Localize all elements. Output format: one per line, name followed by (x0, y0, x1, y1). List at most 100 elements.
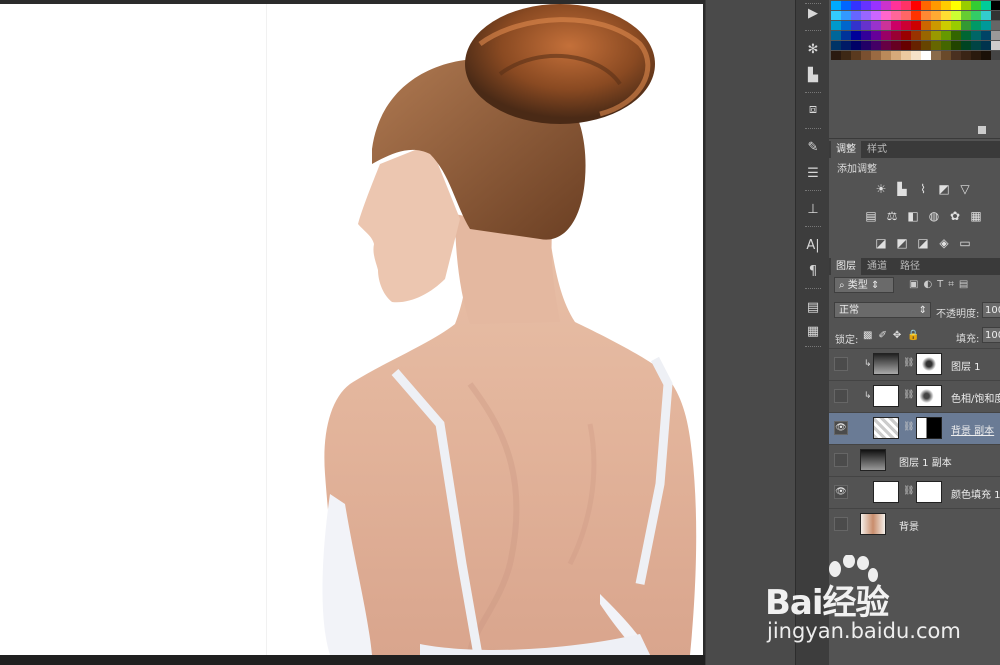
color-swatch[interactable] (851, 41, 861, 50)
color-swatch[interactable] (921, 21, 931, 30)
3d-cube-icon[interactable]: ⧈ (800, 98, 826, 120)
color-swatch[interactable] (911, 41, 921, 50)
color-swatch[interactable] (891, 51, 901, 60)
tab-channels[interactable]: 通道 (862, 258, 892, 275)
tab-paths[interactable]: 路径 (895, 258, 925, 275)
vibrance-icon[interactable]: ▽ (957, 183, 973, 196)
photo-filter-icon[interactable]: ◍ (926, 210, 942, 223)
color-swatch[interactable] (931, 1, 941, 10)
color-swatch[interactable] (831, 21, 841, 30)
strip-grip[interactable] (805, 190, 821, 193)
link-chain-icon[interactable]: ⛓ (903, 422, 914, 432)
color-swatch[interactable] (961, 31, 971, 40)
color-swatch[interactable] (981, 11, 991, 20)
color-swatch[interactable] (991, 41, 1000, 50)
visibility-eye-icon[interactable] (834, 453, 848, 467)
color-swatch[interactable] (831, 11, 841, 20)
visibility-eye-icon[interactable] (834, 389, 848, 403)
color-swatch[interactable] (871, 31, 881, 40)
visibility-eye-icon[interactable] (834, 517, 848, 531)
layer-name[interactable]: 颜色填充 1 (951, 486, 1000, 501)
layer-thumbnail[interactable] (873, 417, 899, 439)
strip-grip[interactable] (805, 30, 821, 33)
black-white-icon[interactable]: ◧ (905, 210, 921, 223)
color-swatch[interactable] (951, 41, 961, 50)
color-swatch[interactable] (951, 31, 961, 40)
strip-grip[interactable] (805, 288, 821, 291)
color-swatch[interactable] (991, 1, 1000, 10)
color-swatch[interactable] (891, 21, 901, 30)
color-swatch[interactable] (971, 41, 981, 50)
color-swatch[interactable] (861, 31, 871, 40)
visibility-eye-icon[interactable]: 👁 (834, 485, 848, 499)
color-swatch[interactable] (871, 21, 881, 30)
color-swatch[interactable] (931, 31, 941, 40)
color-swatch[interactable] (941, 51, 951, 60)
color-swatch[interactable] (921, 1, 931, 10)
layer-thumbnail[interactable] (873, 353, 899, 375)
strip-grip[interactable] (805, 346, 821, 349)
brightness-contrast-icon[interactable]: ☀ (873, 183, 889, 196)
color-swatch[interactable] (961, 1, 971, 10)
layer-name[interactable]: 背景 副本 (951, 422, 994, 437)
brush-settings-icon[interactable]: ☰ (800, 162, 826, 184)
color-swatch[interactable] (891, 1, 901, 10)
color-balance-icon[interactable]: ⚖ (884, 210, 900, 223)
color-swatch[interactable] (981, 51, 991, 60)
color-swatch[interactable] (851, 11, 861, 20)
color-swatch[interactable] (981, 1, 991, 10)
color-swatch[interactable] (851, 21, 861, 30)
color-swatch[interactable] (891, 31, 901, 40)
color-swatch[interactable] (961, 51, 971, 60)
color-swatch[interactable] (961, 21, 971, 30)
color-swatch[interactable] (831, 51, 841, 60)
compass-icon[interactable]: ✻ (800, 38, 826, 60)
color-swatch[interactable] (901, 41, 911, 50)
layer-name[interactable]: 图层 1 (951, 358, 981, 373)
color-swatch[interactable] (841, 21, 851, 30)
color-swatch[interactable] (851, 1, 861, 10)
color-swatch[interactable] (911, 11, 921, 20)
color-swatch[interactable] (891, 41, 901, 50)
layer-filter-select[interactable]: ⌕ 类型 ⇕ (834, 277, 894, 293)
color-swatch[interactable] (851, 51, 861, 60)
color-swatch[interactable] (881, 51, 891, 60)
opacity-input[interactable]: 100 (982, 302, 1000, 318)
lock-icons[interactable]: ▩✐✥🔒 (863, 330, 926, 341)
color-swatch[interactable] (891, 11, 901, 20)
color-swatch[interactable] (981, 31, 991, 40)
color-swatch[interactable] (911, 51, 921, 60)
brush-icon[interactable]: ✎ (800, 136, 826, 158)
color-swatch[interactable] (901, 21, 911, 30)
color-swatch[interactable] (911, 21, 921, 30)
layer-mask-thumbnail[interactable] (916, 353, 942, 375)
layer-thumbnail[interactable] (873, 481, 899, 503)
color-swatch[interactable] (871, 11, 881, 20)
link-chain-icon[interactable]: ⛓ (903, 390, 914, 400)
fill-input[interactable]: 100 (982, 327, 1000, 343)
color-swatch[interactable] (931, 11, 941, 20)
color-swatch[interactable] (841, 41, 851, 50)
layer-thumbnail[interactable] (860, 449, 886, 471)
color-swatch[interactable] (871, 1, 881, 10)
color-swatch[interactable] (861, 21, 871, 30)
color-swatch[interactable] (961, 11, 971, 20)
strip-grip[interactable] (805, 92, 821, 95)
layer-name[interactable]: 图层 1 副本 (899, 454, 952, 469)
strip-grip[interactable] (805, 128, 821, 131)
color-swatch[interactable] (991, 51, 1000, 60)
color-swatch[interactable] (951, 51, 961, 60)
color-swatch[interactable] (861, 51, 871, 60)
color-swatch[interactable] (941, 21, 951, 30)
visibility-eye-icon[interactable]: 👁 (834, 421, 848, 435)
color-swatch[interactable] (921, 11, 931, 20)
panel-menu-icon[interactable] (978, 126, 986, 134)
layer-name[interactable]: 色相/饱和度 (951, 390, 1000, 405)
play-icon[interactable]: ▶ (800, 2, 826, 24)
color-swatch[interactable] (831, 31, 841, 40)
layer-row[interactable]: 图层 1 副本 (829, 445, 1000, 477)
color-swatch[interactable] (921, 51, 931, 60)
color-swatch[interactable] (901, 11, 911, 20)
color-swatch[interactable] (931, 41, 941, 50)
selective-color-icon[interactable]: ◈ (936, 237, 952, 250)
